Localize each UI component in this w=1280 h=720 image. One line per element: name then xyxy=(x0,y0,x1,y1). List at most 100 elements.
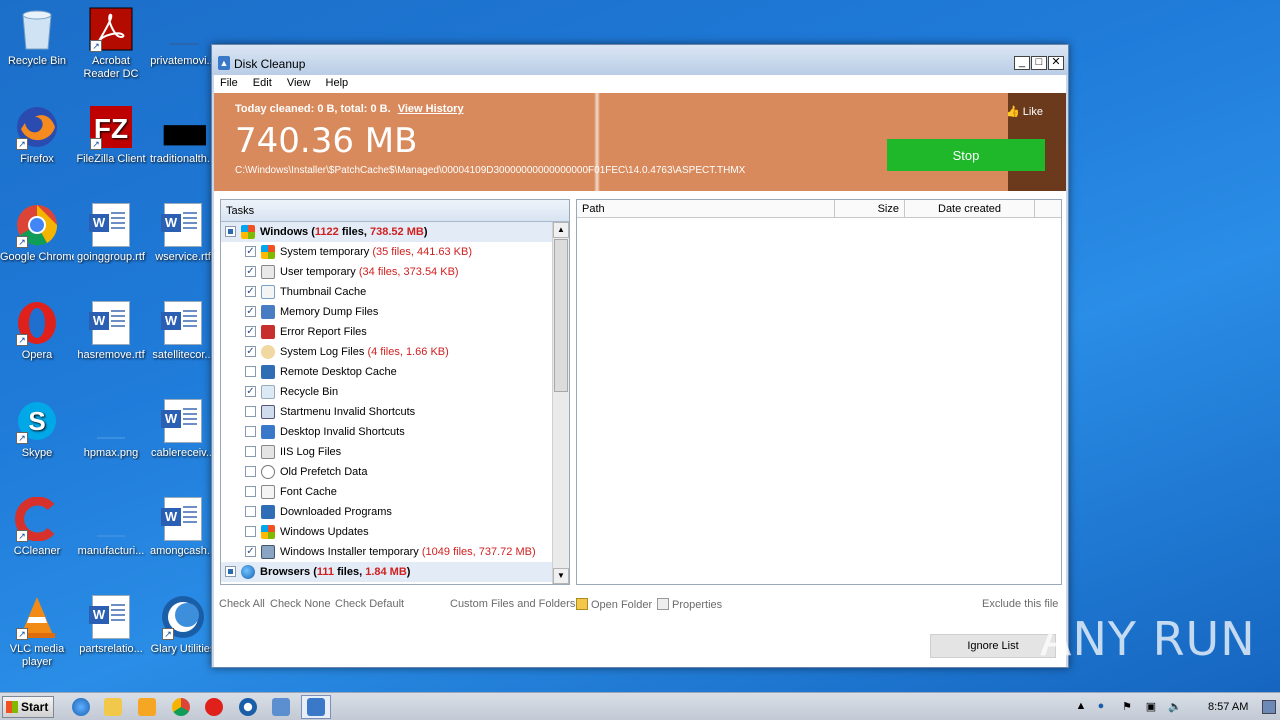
desktop-icon-cablereceiv[interactable]: W cablereceiv... xyxy=(146,398,220,460)
task-item-startmenu-shortcuts[interactable]: Startmenu Invalid Shortcuts xyxy=(221,402,553,422)
properties-link[interactable]: Properties xyxy=(657,598,722,611)
group-checkbox[interactable] xyxy=(225,226,236,237)
minimize-button[interactable]: _ xyxy=(1014,56,1030,70)
desktop-icon-glary[interactable]: ↗ Glary Utilities xyxy=(146,594,220,656)
item-checkbox[interactable]: ✓ xyxy=(245,546,256,557)
like-button[interactable]: 👍 Like xyxy=(1006,105,1043,118)
media-player-icon[interactable] xyxy=(138,698,156,716)
desktop-icon-amongcash[interactable]: W amongcash... xyxy=(146,496,220,558)
column-size[interactable]: Size xyxy=(835,200,905,217)
clock[interactable]: 8:57 AM xyxy=(1208,701,1248,713)
exclude-file-link[interactable]: Exclude this file xyxy=(982,598,1058,610)
item-checkbox[interactable]: ✓ xyxy=(245,266,256,277)
column-date-created[interactable]: Date created xyxy=(905,200,1035,217)
task-item-remote-desktop-cache[interactable]: Remote Desktop Cache xyxy=(221,362,553,382)
desktop-icon-ccleaner[interactable]: ↗ CCleaner xyxy=(0,496,74,558)
desktop-icon-recycle-bin[interactable]: Recycle Bin xyxy=(0,6,74,68)
menu-edit[interactable]: Edit xyxy=(247,75,278,89)
tasks-scrollbar[interactable]: ▲ ▼ xyxy=(552,222,569,584)
scroll-thumb[interactable] xyxy=(554,239,568,392)
item-checkbox[interactable] xyxy=(245,506,256,517)
desktop-icon-satellitecor[interactable]: W satellitecor... xyxy=(146,300,220,362)
item-checkbox[interactable] xyxy=(245,526,256,537)
glary-tool-taskbar-icon[interactable] xyxy=(272,698,290,716)
desktop-icon-firefox[interactable]: ↗ Firefox xyxy=(0,104,74,166)
task-item-old-prefetch[interactable]: Old Prefetch Data xyxy=(221,462,553,482)
check-all-link[interactable]: Check All xyxy=(219,598,265,610)
disk-cleanup-taskbar-button[interactable] xyxy=(301,695,331,719)
task-item-iis-log[interactable]: IIS Log Files xyxy=(221,442,553,462)
show-desktop-icon[interactable] xyxy=(1262,700,1276,714)
desktop-icon-hpmax[interactable]: hpmax.png xyxy=(74,398,148,460)
item-checkbox[interactable]: ✓ xyxy=(245,326,256,337)
file-explorer-icon[interactable] xyxy=(104,698,122,716)
menu-view[interactable]: View xyxy=(281,75,317,89)
glary-tray-icon[interactable]: ● xyxy=(1094,700,1108,714)
desktop-icon-filezilla[interactable]: FZ ↗ FileZilla Client xyxy=(74,104,148,166)
scroll-down-arrow-icon[interactable]: ▼ xyxy=(553,568,569,584)
task-item-font-cache[interactable]: Font Cache xyxy=(221,482,553,502)
icon-label: Recycle Bin xyxy=(7,55,67,67)
item-checkbox[interactable] xyxy=(245,466,256,477)
column-path[interactable]: Path xyxy=(577,200,835,217)
scroll-up-arrow-icon[interactable]: ▲ xyxy=(553,222,569,238)
menu-help[interactable]: Help xyxy=(320,75,355,89)
desktop-icon-opera[interactable]: ↗ Opera xyxy=(0,300,74,362)
task-item-error-report[interactable]: ✓ Error Report Files xyxy=(221,322,553,342)
desktop-icon-wservice[interactable]: W wservice.rtf xyxy=(146,202,220,264)
desktop-icon-vlc[interactable]: ↗ VLC media player xyxy=(0,594,74,669)
item-checkbox[interactable]: ✓ xyxy=(245,386,256,397)
internet-explorer-icon[interactable] xyxy=(72,698,90,716)
item-checkbox[interactable] xyxy=(245,426,256,437)
desktop-icon-privatemovi[interactable]: privatemovi... xyxy=(146,6,220,68)
item-checkbox[interactable]: ✓ xyxy=(245,286,256,297)
task-item-memory-dump[interactable]: ✓ Memory Dump Files xyxy=(221,302,553,322)
task-item-system-log[interactable]: ✓ System Log Files (4 files, 1.66 KB) xyxy=(221,342,553,362)
start-button[interactable]: Start xyxy=(2,696,54,718)
task-item-thumbnail-cache[interactable]: ✓ Thumbnail Cache xyxy=(221,282,553,302)
title-bar[interactable]: ▲ Disk Cleanup _ □ ✕ xyxy=(212,45,1068,75)
volume-icon[interactable]: 🔈 xyxy=(1168,700,1182,714)
ignore-list-button[interactable]: Ignore List xyxy=(930,634,1056,658)
desktop-icon-hasremove[interactable]: W hasremove.rtf xyxy=(74,300,148,362)
item-checkbox[interactable] xyxy=(245,366,256,377)
opera-taskbar-icon[interactable] xyxy=(205,698,223,716)
desktop-icon-traditionalth[interactable]: traditionalth... xyxy=(146,104,220,166)
view-history-link[interactable]: View History xyxy=(398,103,464,115)
task-item-downloaded-programs[interactable]: Downloaded Programs xyxy=(221,502,553,522)
desktop-icon-skype[interactable]: S ↗ Skype xyxy=(0,398,74,460)
desktop-icon-partsrelatio[interactable]: W partsrelatio... xyxy=(74,594,148,656)
item-checkbox[interactable] xyxy=(245,406,256,417)
desktop-icon-chrome[interactable]: ↗ Google Chrome xyxy=(0,202,74,264)
custom-files-link[interactable]: Custom Files and Folders xyxy=(450,598,575,610)
desktop-icon-manufacturi[interactable]: manufacturi... xyxy=(74,496,148,558)
task-group-browsers[interactable]: Browsers (111 files, 1.84 MB) xyxy=(221,562,553,582)
item-checkbox[interactable] xyxy=(245,486,256,497)
glary-utilities-taskbar-icon[interactable] xyxy=(239,698,257,716)
network-icon[interactable]: ▣ xyxy=(1144,700,1158,714)
task-item-recycle-bin[interactable]: ✓ Recycle Bin xyxy=(221,382,553,402)
task-item-user-temporary[interactable]: ✓ User temporary (34 files, 373.54 KB) xyxy=(221,262,553,282)
open-folder-link[interactable]: Open Folder xyxy=(576,598,652,611)
action-center-flag-icon[interactable]: ⚑ xyxy=(1120,700,1134,714)
task-item-windows-installer-temp[interactable]: ✓ Windows Installer temporary (1049 file… xyxy=(221,542,553,562)
desktop-icon-acrobat[interactable]: ↗ Acrobat Reader DC xyxy=(74,6,148,81)
close-button[interactable]: ✕ xyxy=(1048,56,1064,70)
item-checkbox[interactable] xyxy=(245,446,256,457)
stop-button[interactable]: Stop xyxy=(887,139,1045,171)
task-item-system-temporary[interactable]: ✓ System temporary (35 files, 441.63 KB) xyxy=(221,242,553,262)
group-checkbox[interactable] xyxy=(225,566,236,577)
check-none-link[interactable]: Check None xyxy=(270,598,331,610)
check-default-link[interactable]: Check Default xyxy=(335,598,404,610)
item-checkbox[interactable]: ✓ xyxy=(245,246,256,257)
task-group-windows[interactable]: Windows (1122 files, 738.52 MB) xyxy=(221,222,553,242)
show-hidden-icons-icon[interactable]: ▲ xyxy=(1074,700,1088,714)
desktop-icon-goinggroup[interactable]: W goinggroup.rtf xyxy=(74,202,148,264)
task-item-windows-updates[interactable]: Windows Updates xyxy=(221,522,553,542)
item-checkbox[interactable]: ✓ xyxy=(245,306,256,317)
item-checkbox[interactable]: ✓ xyxy=(245,346,256,357)
task-item-desktop-shortcuts[interactable]: Desktop Invalid Shortcuts xyxy=(221,422,553,442)
chrome-taskbar-icon[interactable] xyxy=(172,698,190,716)
menu-file[interactable]: File xyxy=(214,75,244,89)
maximize-button[interactable]: □ xyxy=(1031,56,1047,70)
